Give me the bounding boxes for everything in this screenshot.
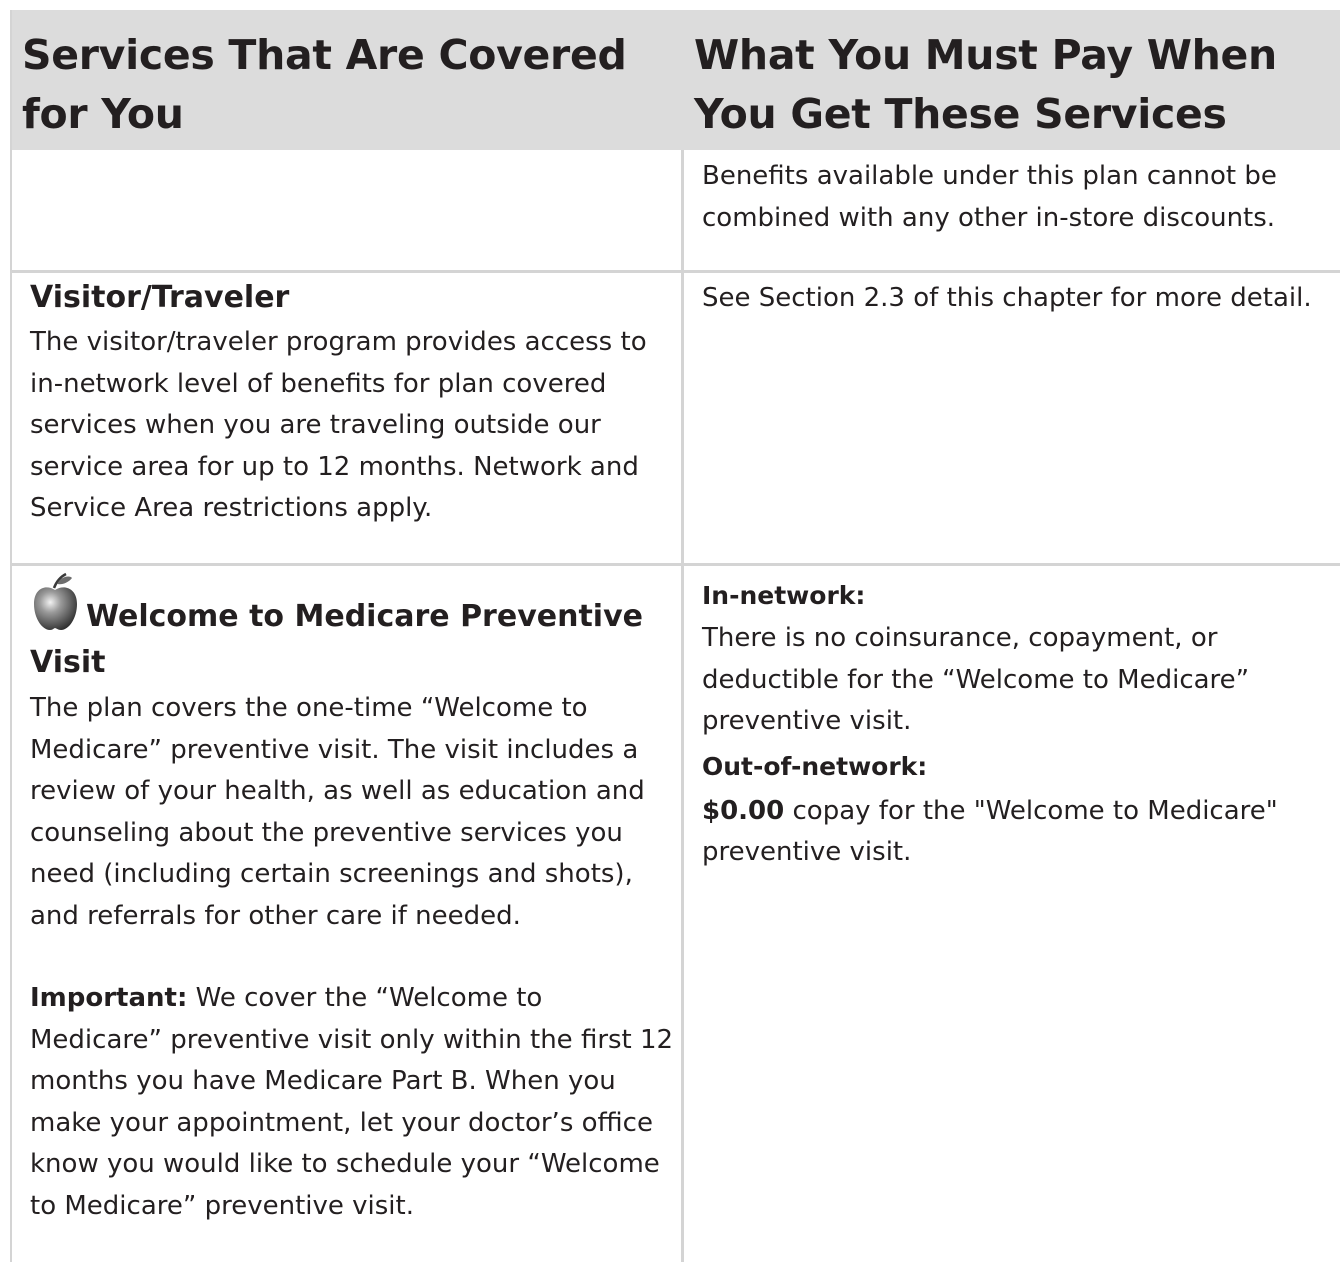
row-divider [12, 563, 1340, 566]
out-of-network-label: Out-of-network: [702, 751, 928, 781]
out-of-network-text: $0.00 copay for the "Welcome to Medicare… [702, 791, 1340, 874]
in-network-label: In-network: [702, 581, 866, 610]
table-header: Services That Are Covered for You What Y… [12, 10, 1340, 150]
visitor-traveler-description: The visitor/traveler program provides ac… [30, 327, 647, 523]
in-network-text: There is no coinsurance, copayment, or d… [702, 623, 1250, 736]
row-divider [12, 270, 1340, 273]
copay-description: copay for the "Welcome to Medicare" prev… [702, 795, 1278, 868]
row2-service-cell: Visitor/Traveler The visitor/traveler pr… [30, 276, 675, 530]
header-what-you-pay: What You Must Pay When You Get These Ser… [694, 31, 1277, 138]
welcome-visit-title-text: Welcome to Medicare Preventive Visit [30, 599, 643, 680]
in-store-discount-note: Benefits available under this plan canno… [702, 161, 1277, 233]
row3-service-cell: Welcome to Medicare Preventive Visit The… [30, 570, 675, 1227]
row3-cost-cell: In-network: There is no coinsurance, cop… [702, 576, 1340, 874]
welcome-visit-title: Welcome to Medicare Preventive Visit [30, 570, 675, 686]
benefits-table: Services That Are Covered for You What Y… [10, 10, 1340, 1262]
welcome-visit-description: The plan covers the one-time “Welcome to… [30, 693, 645, 931]
visitor-traveler-title: Visitor/Traveler [30, 280, 290, 315]
copay-amount: $0.00 [702, 795, 785, 826]
row1-cost-cell: Benefits available under this plan canno… [702, 156, 1340, 239]
header-services-covered: Services That Are Covered for You [22, 31, 627, 138]
apple-icon [34, 572, 77, 630]
row2-cost-cell: See Section 2.3 of this chapter for more… [702, 278, 1340, 320]
visitor-traveler-cost: See Section 2.3 of this chapter for more… [702, 283, 1312, 313]
important-label: Important: [30, 983, 188, 1013]
important-text: We cover the “Welcome to Medicare” preve… [30, 983, 674, 1221]
column-divider [681, 150, 684, 1262]
welcome-visit-important: Important: We cover the “Welcome to Medi… [30, 978, 675, 1227]
